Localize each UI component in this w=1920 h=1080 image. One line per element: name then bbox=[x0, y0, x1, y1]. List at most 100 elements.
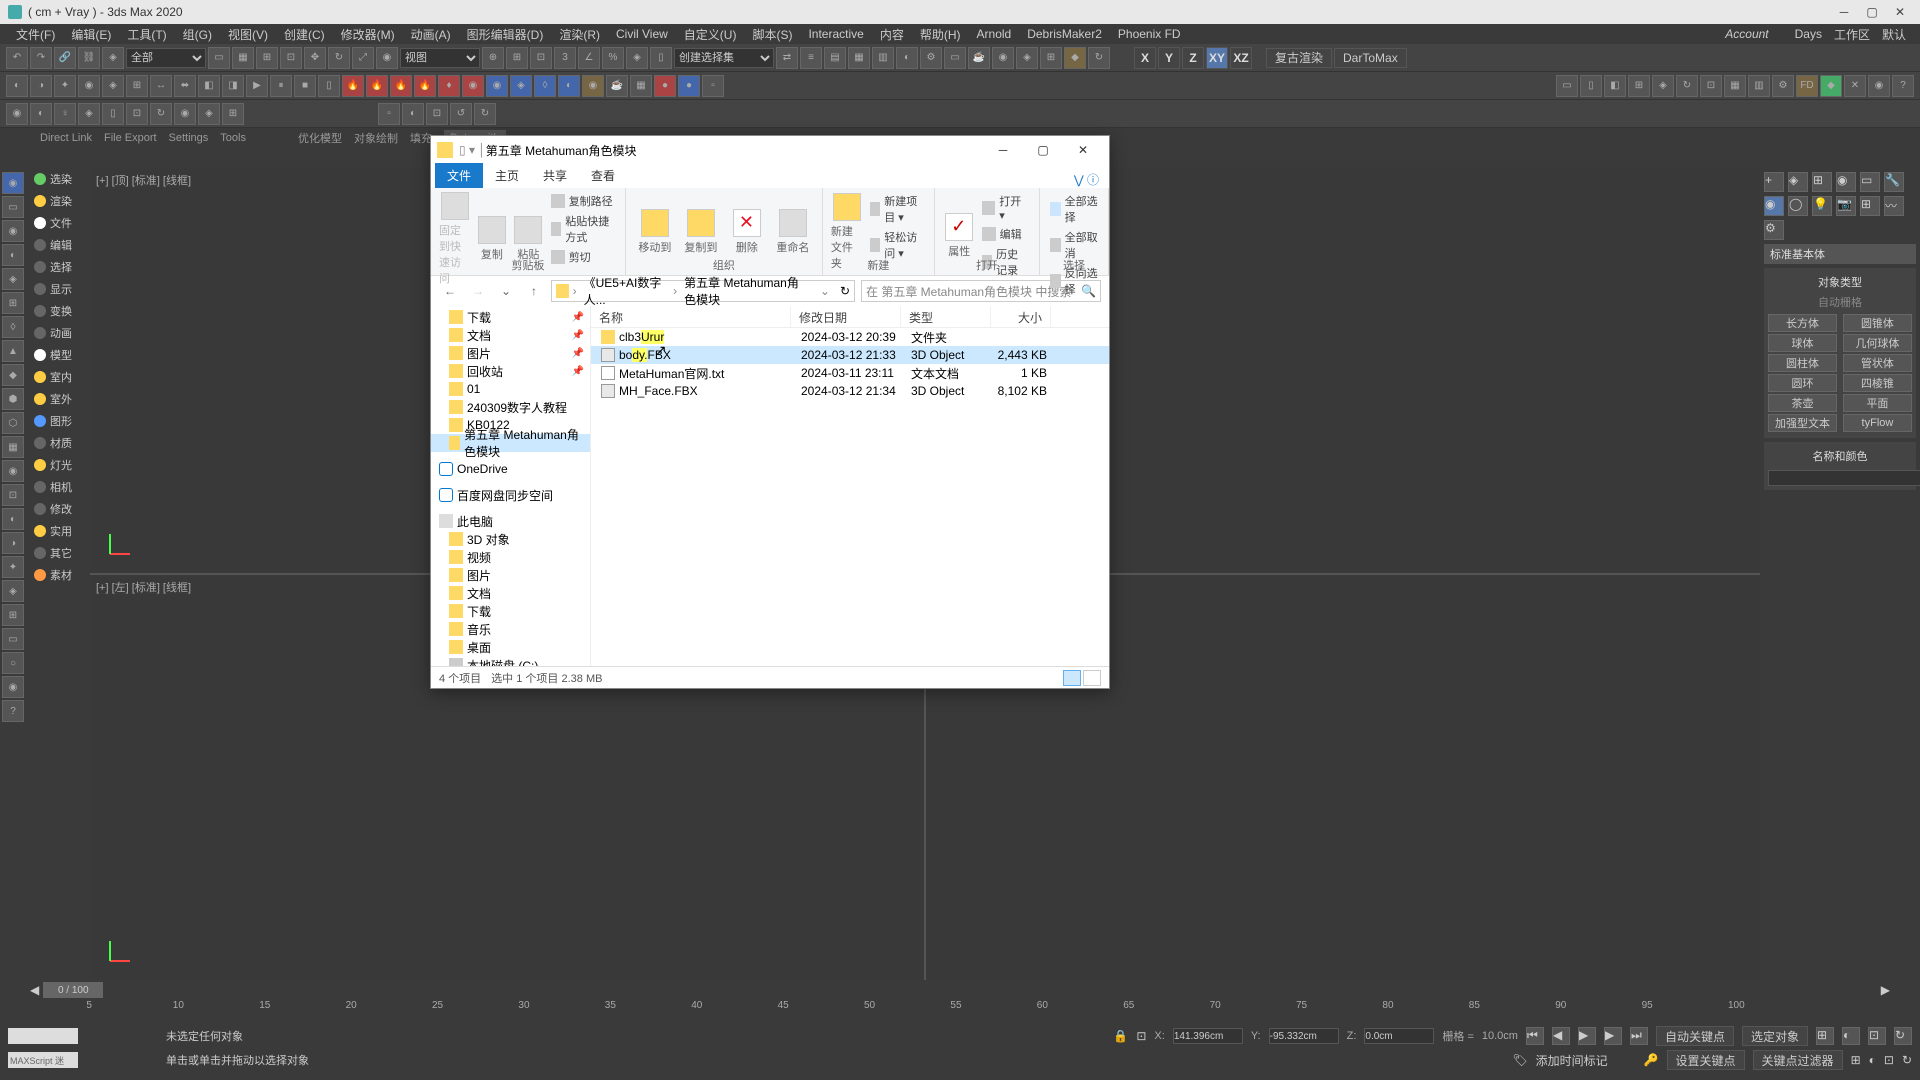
nav-01[interactable]: 01 bbox=[431, 380, 590, 398]
default-label[interactable]: 默认 bbox=[1876, 26, 1912, 43]
goto-start-button[interactable]: ⏮ bbox=[1526, 1027, 1544, 1045]
nav-documents[interactable]: 文档📌 bbox=[431, 326, 590, 344]
t2-w3[interactable]: ◊ bbox=[534, 75, 556, 97]
ts-left-icon[interactable]: ◀ bbox=[30, 983, 39, 997]
cp-hier-icon[interactable]: ⊞ bbox=[1812, 172, 1832, 192]
timetag-icon[interactable]: 🏷 bbox=[1512, 1053, 1527, 1067]
t2-help[interactable]: ? bbox=[1892, 75, 1914, 97]
btn-tube[interactable]: 管状体 bbox=[1843, 354, 1912, 372]
t2-1[interactable]: ◐ bbox=[6, 75, 28, 97]
t2-fire6[interactable]: ◉ bbox=[462, 75, 484, 97]
matl-ed-button[interactable]: ◐ bbox=[896, 47, 918, 69]
prev-frame-button[interactable]: ◀ bbox=[1552, 1027, 1570, 1045]
nav-5[interactable]: ⊞ bbox=[1851, 1053, 1861, 1067]
schematic-button[interactable]: ▥ bbox=[872, 47, 894, 69]
menu-group[interactable]: 组(G) bbox=[175, 26, 220, 43]
t2-rec[interactable]: ▯ bbox=[318, 75, 340, 97]
t3-13[interactable]: ⊡ bbox=[426, 103, 448, 125]
t2-y1[interactable]: ◉ bbox=[582, 75, 604, 97]
open-button[interactable]: 打开 ▾ bbox=[980, 192, 1031, 223]
cp-helper-icon[interactable]: ⊞ bbox=[1860, 196, 1880, 216]
lt-10[interactable]: ⬢ bbox=[2, 388, 24, 410]
side-other[interactable]: 其它 bbox=[30, 542, 90, 564]
cp-shape-icon[interactable]: ◯ bbox=[1788, 196, 1808, 216]
align-button[interactable]: ≡ bbox=[800, 47, 822, 69]
maxscript-mini[interactable] bbox=[8, 1028, 78, 1044]
axis-z-button[interactable]: Z bbox=[1182, 47, 1204, 69]
lt-4[interactable]: ◐ bbox=[2, 244, 24, 266]
workspace-label[interactable]: 工作区 bbox=[1828, 26, 1876, 43]
side-anim[interactable]: 动画 bbox=[30, 322, 90, 344]
side-file[interactable]: 文件 bbox=[30, 212, 90, 234]
redo-button[interactable]: ↷ bbox=[30, 47, 52, 69]
t2-w4[interactable]: ◐ bbox=[558, 75, 580, 97]
axis-x-button[interactable]: X bbox=[1134, 47, 1156, 69]
t2-play[interactable]: ▶ bbox=[246, 75, 268, 97]
time-ruler[interactable]: 5 10 15 20 25 30 35 40 45 50 55 60 65 70… bbox=[0, 1000, 1920, 1024]
snap3-button[interactable]: 3 bbox=[554, 47, 576, 69]
lt-3[interactable]: ◉ bbox=[2, 220, 24, 242]
t2-10[interactable]: ◨ bbox=[222, 75, 244, 97]
y-input[interactable] bbox=[1269, 1028, 1339, 1044]
menu-arnold[interactable]: Arnold bbox=[969, 27, 1020, 41]
t2-w2[interactable]: ◈ bbox=[510, 75, 532, 97]
rp-autogrid[interactable]: 自动栅格 bbox=[1768, 292, 1912, 312]
sel-paint-button[interactable]: ⊡ bbox=[280, 47, 302, 69]
nav-dl2[interactable]: 下载 bbox=[431, 602, 590, 620]
t3-15[interactable]: ↻ bbox=[474, 103, 496, 125]
t2-11[interactable]: ☕ bbox=[606, 75, 628, 97]
col-date[interactable]: 修改日期 bbox=[791, 306, 901, 327]
side-light[interactable]: 灯光 bbox=[30, 454, 90, 476]
side-render1[interactable]: 选染 bbox=[30, 168, 90, 190]
t2-r3[interactable]: ◧ bbox=[1604, 75, 1626, 97]
nav-video[interactable]: 视频 bbox=[431, 548, 590, 566]
nav-docs[interactable]: 文档 bbox=[431, 584, 590, 602]
t2-r12[interactable]: ◉ bbox=[1868, 75, 1890, 97]
t2-stop[interactable]: ■ bbox=[294, 75, 316, 97]
lt-9[interactable]: ◆ bbox=[2, 364, 24, 386]
col-size[interactable]: 大小 bbox=[991, 306, 1051, 327]
t2-8[interactable]: ⬌ bbox=[174, 75, 196, 97]
menu-anim[interactable]: 动画(A) bbox=[403, 26, 459, 43]
side-modify[interactable]: 修改 bbox=[30, 498, 90, 520]
dartomax-button[interactable]: DarToMax bbox=[1334, 48, 1407, 68]
btn-geosphere[interactable]: 几何球体 bbox=[1843, 334, 1912, 352]
account-link[interactable]: Account bbox=[1705, 27, 1788, 41]
nav-8[interactable]: ↻ bbox=[1902, 1053, 1912, 1067]
named-selset[interactable]: 创建选择集 bbox=[674, 48, 774, 68]
t2-r8[interactable]: ▦ bbox=[1724, 75, 1746, 97]
nav-music[interactable]: 音乐 bbox=[431, 620, 590, 638]
ps-tools[interactable]: Tools bbox=[220, 132, 246, 144]
pivot-button[interactable]: ⊕ bbox=[482, 47, 504, 69]
x-input[interactable] bbox=[1173, 1028, 1243, 1044]
unlink-button[interactable]: ⛓ bbox=[78, 47, 100, 69]
side-outdoor[interactable]: 室外 bbox=[30, 388, 90, 410]
lt-19[interactable]: ⊞ bbox=[2, 604, 24, 626]
tool-e-button[interactable]: ↻ bbox=[1088, 47, 1110, 69]
menu-help[interactable]: 帮助(H) bbox=[912, 26, 969, 43]
tool-a-button[interactable]: ◉ bbox=[992, 47, 1014, 69]
menu-create[interactable]: 创建(C) bbox=[276, 26, 333, 43]
scale-button[interactable]: ⤢ bbox=[352, 47, 374, 69]
nav-downloads[interactable]: 下载📌 bbox=[431, 308, 590, 326]
bind-button[interactable]: ◈ bbox=[102, 47, 124, 69]
pasteshortcut-button[interactable]: 粘贴快捷方式 bbox=[549, 212, 617, 246]
ps-objpaint[interactable]: 对象绘制 bbox=[354, 130, 398, 146]
angle-snap-button[interactable]: ∠ bbox=[578, 47, 600, 69]
menu-modifier[interactable]: 修改器(M) bbox=[333, 26, 403, 43]
next-frame-button[interactable]: ▶ bbox=[1604, 1027, 1622, 1045]
t2-4[interactable]: ◉ bbox=[78, 75, 100, 97]
explorer-help-icon[interactable]: ⋁ ⓘ bbox=[1064, 171, 1109, 188]
iso-icon[interactable]: ⊡ bbox=[1136, 1029, 1146, 1043]
lt-8[interactable]: ▲ bbox=[2, 340, 24, 362]
t3-14[interactable]: ↺ bbox=[450, 103, 472, 125]
btn-torus[interactable]: 圆环 bbox=[1768, 374, 1837, 392]
nav-pictures[interactable]: 图片📌 bbox=[431, 344, 590, 362]
file-row-face[interactable]: MH_Face.FBX 2024-03-12 21:34 3D Object 8… bbox=[591, 382, 1109, 400]
cp-sys-icon[interactable]: ⚙ bbox=[1764, 220, 1784, 240]
large-view-icon[interactable] bbox=[1083, 670, 1101, 686]
t2-5[interactable]: ◈ bbox=[102, 75, 124, 97]
t2-2[interactable]: ◑ bbox=[30, 75, 52, 97]
menu-custom[interactable]: 自定义(U) bbox=[676, 26, 745, 43]
timetag-text[interactable]: 添加时间标记 bbox=[1536, 1052, 1608, 1069]
